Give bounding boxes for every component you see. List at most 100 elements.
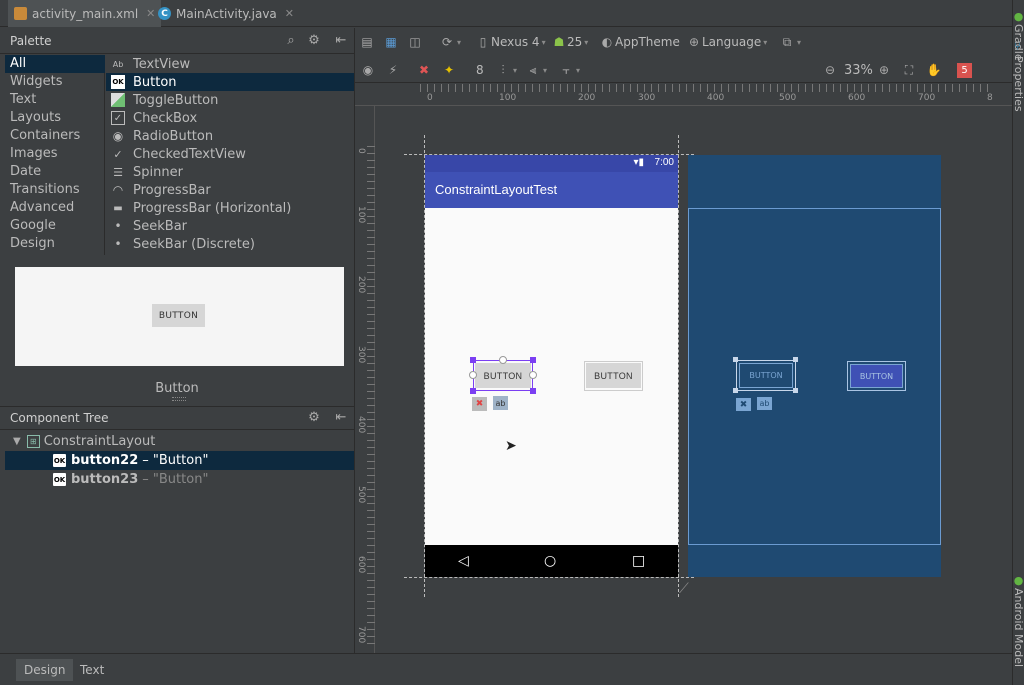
hide-panel-icon[interactable]: ⇤ <box>333 410 349 426</box>
guidelines-icon[interactable]: ⫟ <box>558 62 574 78</box>
tab-design[interactable]: Design <box>16 659 74 681</box>
constraint-anchor[interactable] <box>469 371 477 379</box>
design-canvas[interactable]: ▾▮ 7:00 ConstraintLayoutTest BUTTON ✖ ab… <box>376 107 1012 653</box>
category-advanced[interactable]: Advanced <box>5 199 105 217</box>
delete-constraints-icon[interactable]: ✖ <box>472 397 487 411</box>
properties-icon: ⑂ <box>1012 42 1024 53</box>
resize-handle[interactable] <box>733 388 738 393</box>
zoom-out-icon[interactable]: ⊖ <box>822 62 838 78</box>
design-button-22[interactable]: BUTTON <box>475 363 531 388</box>
close-icon[interactable]: ✕ <box>285 7 294 20</box>
widget-button[interactable]: OK Button <box>106 73 354 91</box>
widget-checkedtextview[interactable]: ✓ CheckedTextView <box>106 145 354 163</box>
vertical-ruler: 0 100 200 300 400 500 600 700 <box>355 106 375 653</box>
widget-seekbar-discrete[interactable]: • SeekBar (Discrete) <box>106 235 354 253</box>
design-view-icon[interactable]: ▤ <box>359 34 375 50</box>
radiobutton-icon: ◉ <box>112 129 124 143</box>
blueprint-surface[interactable]: BUTTON ✖ ab BUTTON <box>688 155 941 577</box>
tree-item-button22[interactable]: OK button22 – "Button" <box>5 451 354 470</box>
hide-panel-icon[interactable]: ⇤ <box>333 33 349 49</box>
autoconnect-icon[interactable]: ⚡ <box>385 62 401 78</box>
right-tool-strip: ● Gradle ⑂ Properties ● Android Model <box>1012 0 1024 685</box>
language-selector[interactable]: ⊕ Language ▾ <box>686 33 767 51</box>
blueprint-button-23[interactable]: BUTTON <box>850 364 903 388</box>
seekbar-icon: • <box>114 219 122 233</box>
design-button-23[interactable]: BUTTON <box>586 363 641 388</box>
pan-hand-icon[interactable]: ✋ <box>926 62 942 78</box>
default-margin[interactable]: 8 <box>476 61 484 79</box>
resize-handle[interactable] <box>470 388 476 394</box>
resize-handle[interactable] <box>793 357 798 362</box>
orientation-icon[interactable]: ⟳ <box>439 34 455 50</box>
checkbox-icon: ✓ <box>111 111 125 125</box>
widget-textview[interactable]: Ab TextView <box>106 55 354 73</box>
gear-icon[interactable]: ⚙ <box>306 410 322 426</box>
infer-constraints-icon[interactable]: ✦ <box>441 62 457 78</box>
resize-handle[interactable] <box>470 357 476 363</box>
constraint-anchor[interactable] <box>499 356 507 364</box>
baseline-icon[interactable]: ab <box>493 396 508 410</box>
status-bar: ▾▮ 7:00 <box>425 155 678 172</box>
category-date[interactable]: Date <box>5 163 105 181</box>
widget-togglebutton[interactable]: ToggleButton <box>106 91 354 109</box>
blueprint-button-22[interactable]: BUTTON <box>739 363 793 388</box>
widget-spinner[interactable]: ☰ Spinner <box>106 163 354 181</box>
device-selector[interactable]: ▯ Nexus 4 ▾ <box>475 33 546 51</box>
warnings-badge[interactable]: 5 <box>957 62 972 78</box>
canvas-resize-icon[interactable]: ⟋ <box>679 581 689 597</box>
blueprint-view-icon[interactable]: ▦ <box>383 34 399 50</box>
api-selector[interactable]: ☗ 25 ▾ <box>551 33 589 51</box>
gradle-icon[interactable]: ● <box>1012 10 1024 23</box>
android-model-tool-tab[interactable]: Android Model <box>1012 588 1024 667</box>
widget-label: ProgressBar (Horizontal) <box>133 200 292 216</box>
align-icon[interactable]: ⫷ <box>525 62 541 78</box>
tree-item-button23[interactable]: OK button23 – "Button" <box>5 470 354 489</box>
widget-progressbar-horizontal[interactable]: ▬ ProgressBar (Horizontal) <box>106 199 354 217</box>
layout-variants-icon[interactable]: ⧉ <box>779 34 795 50</box>
resize-handle[interactable] <box>733 357 738 362</box>
tree-item-label: ConstraintLayout <box>43 434 156 449</box>
constraint-anchor[interactable] <box>529 371 537 379</box>
theme-selector[interactable]: ◐ AppTheme <box>599 33 680 51</box>
gear-icon[interactable]: ⚙ <box>306 33 322 49</box>
expand-arrow-icon[interactable]: ▼ <box>13 436 21 447</box>
category-text[interactable]: Text <box>5 91 105 109</box>
design-surface[interactable]: ▾▮ 7:00 ConstraintLayoutTest BUTTON ✖ ab… <box>425 155 678 577</box>
resize-handle[interactable] <box>530 388 536 394</box>
category-containers[interactable]: Containers <box>5 127 105 145</box>
widget-seekbar[interactable]: • SeekBar <box>106 217 354 235</box>
tree-item-id: button23 <box>71 472 139 487</box>
category-images[interactable]: Images <box>5 145 105 163</box>
widget-label: TextView <box>133 56 191 72</box>
tab-mainactivity-java[interactable]: C MainActivity.java ✕ <box>152 0 300 27</box>
status-time: 7:00 <box>654 157 674 168</box>
resize-handle[interactable] <box>793 388 798 393</box>
widget-radiobutton[interactable]: ◉ RadioButton <box>106 127 354 145</box>
mouse-cursor-icon: ➤ <box>505 438 517 454</box>
clear-constraints-icon[interactable]: ✖ <box>416 62 432 78</box>
category-layouts[interactable]: Layouts <box>5 109 105 127</box>
delete-constraints-icon[interactable]: ✖ <box>736 398 751 411</box>
resize-handle[interactable] <box>530 357 536 363</box>
category-design[interactable]: Design <box>5 235 105 253</box>
eye-icon[interactable]: ◉ <box>360 62 376 78</box>
widget-checkbox[interactable]: ✓ CheckBox <box>106 109 354 127</box>
baseline-icon[interactable]: ab <box>757 397 772 410</box>
category-transitions[interactable]: Transitions <box>5 181 105 199</box>
category-all[interactable]: All <box>5 55 105 73</box>
widget-progressbar[interactable]: ◠ ProgressBar <box>106 181 354 199</box>
zoom-in-icon[interactable]: ⊕ <box>876 62 892 78</box>
pack-icon[interactable]: ⫶ <box>495 62 511 78</box>
both-view-icon[interactable]: ◫ <box>407 34 423 50</box>
widget-label: ProgressBar <box>133 182 211 198</box>
category-widgets[interactable]: Widgets <box>5 73 105 91</box>
tree-item-constraintlayout[interactable]: ▼ ⊞ ConstraintLayout <box>5 432 354 451</box>
tab-activity-main-xml[interactable]: activity_main.xml ✕ <box>8 0 162 27</box>
search-icon[interactable]: ⌕ <box>283 33 299 49</box>
properties-tool-tab[interactable]: Properties <box>1012 56 1024 112</box>
category-google[interactable]: Google <box>5 217 105 235</box>
zoom-fit-icon[interactable]: ⛶ <box>901 62 917 78</box>
tab-text[interactable]: Text <box>72 659 112 681</box>
widget-label: CheckBox <box>133 110 198 126</box>
resize-handle[interactable] <box>172 397 186 401</box>
